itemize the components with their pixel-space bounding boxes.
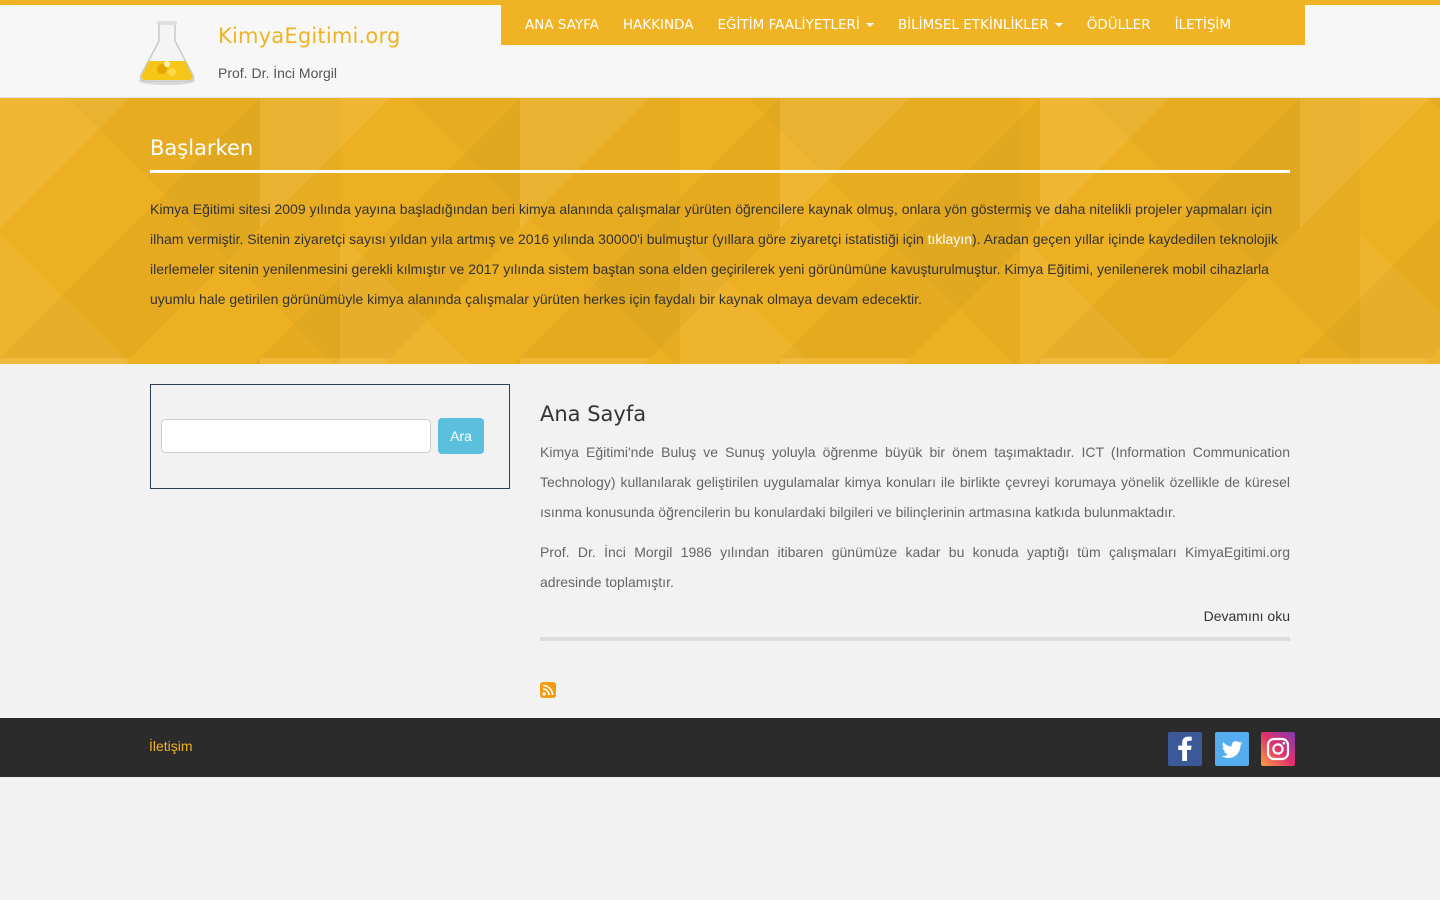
- article-paragraph: Prof. Dr. İnci Morgil 1986 yılından itib…: [540, 544, 1290, 590]
- nav-item-ana-sayfa[interactable]: ANA SAYFA: [513, 17, 611, 33]
- nav-item-egitim-faaliyetleri[interactable]: EĞİTİM FAALİYETLERİ: [705, 17, 885, 33]
- nav-item-hakkinda[interactable]: HAKKINDA: [611, 17, 706, 33]
- nav-item-iletisim[interactable]: İLETİŞİM: [1163, 17, 1243, 33]
- caret-down-icon: [1054, 23, 1063, 27]
- search-panel: Ara: [150, 384, 510, 489]
- nav-label: İLETİŞİM: [1174, 17, 1232, 33]
- search-button[interactable]: Ara: [438, 418, 484, 454]
- nav-label: HAKKINDA: [622, 17, 694, 33]
- footer-contact-link[interactable]: İletişim: [149, 738, 193, 754]
- flask-logo-icon[interactable]: [134, 19, 200, 87]
- site-subtitle: Prof. Dr. İnci Morgil: [218, 65, 338, 81]
- instagram-icon[interactable]: [1261, 732, 1295, 766]
- nav-item-bilimsel-etkinlikler[interactable]: BİLİMSEL ETKİNLİKLER: [886, 17, 1075, 33]
- statistics-link[interactable]: tıklayın: [928, 231, 972, 247]
- read-more-link[interactable]: Devamını oku: [1204, 608, 1290, 624]
- article-paragraph: Kimya Eğitimi'nde Buluş ve Sunuş yoluyla…: [540, 444, 1290, 520]
- facebook-icon[interactable]: [1168, 732, 1202, 766]
- nav-label: ÖDÜLLER: [1086, 17, 1151, 33]
- caret-down-icon: [865, 23, 874, 27]
- site-title[interactable]: KimyaEgitimi.org: [218, 24, 400, 48]
- rss-feed-icon[interactable]: [540, 682, 556, 698]
- nav-label: EĞİTİM FAALİYETLERİ: [717, 17, 860, 33]
- article-divider: [540, 637, 1290, 641]
- intro-banner: Başlarken Kimya Eğitimi sitesi 2009 yılı…: [0, 98, 1440, 364]
- article-title: Ana Sayfa: [540, 402, 647, 426]
- intro-text: Kimya Eğitimi sitesi 2009 yılında yayına…: [150, 194, 1290, 314]
- intro-title: Başlarken: [150, 136, 254, 160]
- nav-label: ANA SAYFA: [525, 17, 599, 33]
- intro-divider: [150, 170, 1290, 173]
- site-footer: İletişim: [0, 718, 1440, 777]
- twitter-icon[interactable]: [1215, 732, 1249, 766]
- nav-label: BİLİMSEL ETKİNLİKLER: [897, 17, 1049, 33]
- search-input[interactable]: [161, 419, 431, 453]
- nav-item-oduller[interactable]: ÖDÜLLER: [1075, 17, 1163, 33]
- main-nav: ANA SAYFA HAKKINDA EĞİTİM FAALİYETLERİ B…: [501, 5, 1305, 45]
